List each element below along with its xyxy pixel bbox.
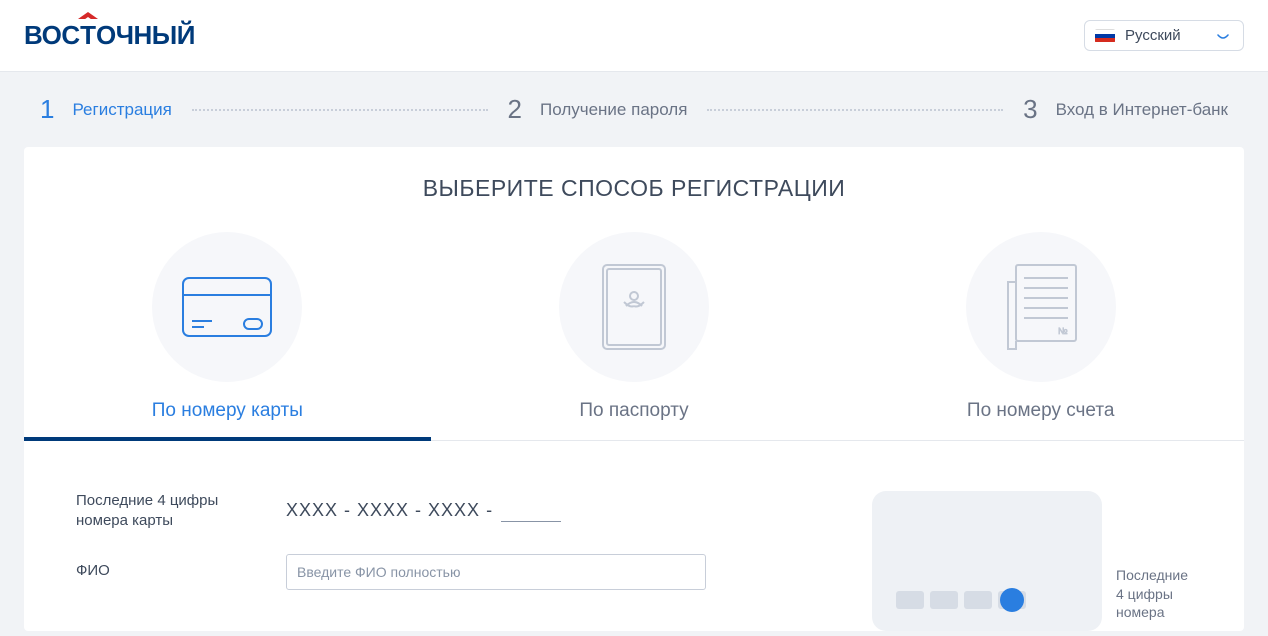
flag-ru-icon bbox=[1095, 29, 1115, 43]
card-icon bbox=[152, 232, 302, 382]
card-mask-display: XXXX - XXXX - XXXX - bbox=[286, 500, 561, 522]
app-header: ВОСТОЧНЫЙ Русский bbox=[0, 0, 1268, 72]
language-label: Русский bbox=[1125, 27, 1181, 44]
step-login: 3 Вход в Интернет-банк bbox=[1023, 94, 1228, 125]
method-by-account[interactable]: № По номеру счета bbox=[837, 232, 1244, 440]
card-digits-label: Последние 4 цифры номера карты bbox=[76, 491, 256, 532]
svg-text:№: № bbox=[1058, 326, 1068, 336]
registration-card: ВЫБЕРИТЕ СПОСОБ РЕГИСТРАЦИИ По номеру ка… bbox=[24, 147, 1244, 631]
step-divider bbox=[707, 109, 1003, 111]
card-mask-text: XXXX - XXXX - XXXX - bbox=[286, 500, 493, 521]
method-by-passport[interactable]: По паспорту bbox=[431, 232, 838, 440]
logo[interactable]: ВОСТОЧНЫЙ bbox=[24, 20, 195, 51]
method-by-card[interactable]: По номеру карты bbox=[24, 232, 431, 440]
fio-row: ФИО bbox=[76, 554, 832, 590]
chevron-down-icon bbox=[1217, 27, 1229, 44]
fio-input[interactable] bbox=[286, 554, 706, 590]
step-label: Регистрация bbox=[72, 100, 171, 120]
card-last4-input[interactable] bbox=[501, 500, 561, 522]
step-number: 1 bbox=[40, 94, 54, 125]
form-fields: Последние 4 цифры номера карты XXXX - XX… bbox=[76, 491, 832, 631]
card-illustration bbox=[872, 491, 1102, 631]
hint-line2: 4 цифры номера bbox=[1116, 586, 1173, 620]
progress-steps: 1 Регистрация 2 Получение пароля 3 Вход … bbox=[0, 72, 1268, 147]
card-digits-row: Последние 4 цифры номера карты XXXX - XX… bbox=[76, 491, 832, 532]
fio-label: ФИО bbox=[76, 561, 256, 581]
passport-icon bbox=[559, 232, 709, 382]
method-label: По номеру карты bbox=[152, 400, 303, 422]
step-number: 2 bbox=[508, 94, 522, 125]
registration-methods: По номеру карты По паспорту bbox=[24, 232, 1244, 441]
registration-form: Последние 4 цифры номера карты XXXX - XX… bbox=[24, 441, 1244, 631]
step-registration: 1 Регистрация bbox=[40, 94, 172, 125]
step-label: Получение пароля bbox=[540, 100, 687, 120]
method-label: По паспорту bbox=[579, 400, 688, 422]
language-selector[interactable]: Русский bbox=[1084, 20, 1244, 51]
method-label: По номеру счета bbox=[967, 400, 1115, 422]
step-divider bbox=[192, 109, 488, 111]
card-title: ВЫБЕРИТЕ СПОСОБ РЕГИСТРАЦИИ bbox=[24, 175, 1244, 202]
step-label: Вход в Интернет-банк bbox=[1056, 100, 1228, 120]
document-icon: № bbox=[966, 232, 1116, 382]
step-password: 2 Получение пароля bbox=[508, 94, 688, 125]
step-number: 3 bbox=[1023, 94, 1037, 125]
card-hint-text: Последние 4 цифры номера bbox=[1116, 566, 1192, 621]
hint-line1: Последние bbox=[1116, 567, 1188, 583]
card-illustration-area: Последние 4 цифры номера bbox=[872, 491, 1192, 631]
